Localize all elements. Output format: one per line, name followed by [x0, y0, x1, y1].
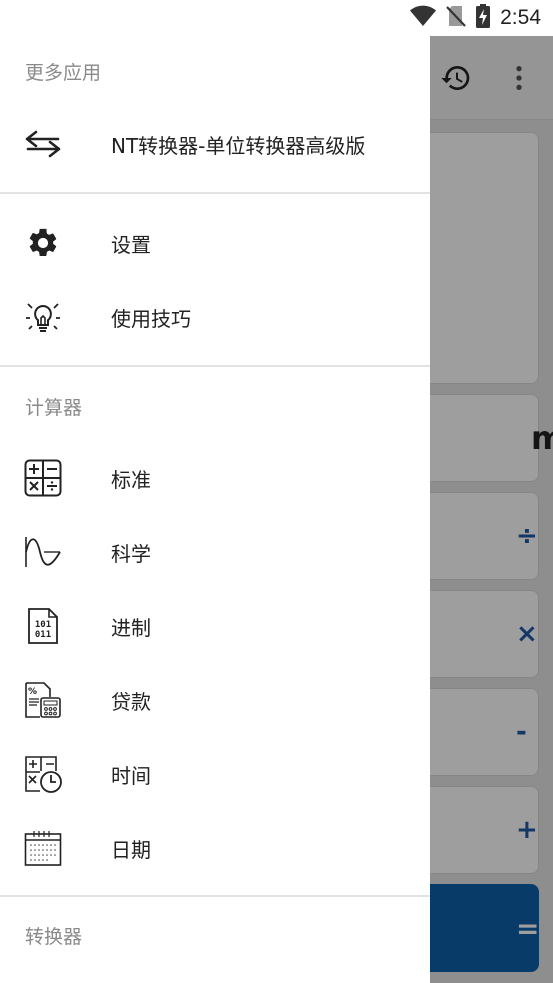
standard-calculator-icon: [24, 459, 62, 497]
divider: [0, 192, 430, 194]
swap-arrows-icon: [24, 125, 62, 163]
drawer-item-standard[interactable]: 标准: [0, 446, 430, 510]
status-time: 2:54: [500, 6, 541, 29]
section-header-more-apps: 更多应用: [25, 62, 102, 84]
drawer-item-base[interactable]: 101 011 进制: [0, 594, 430, 658]
gear-icon: [24, 224, 62, 262]
drawer-item-loan[interactable]: % 贷款: [0, 668, 430, 732]
sine-wave-icon: [24, 533, 62, 571]
drawer-item-scientific[interactable]: 科学: [0, 520, 430, 584]
drawer-item-nt-converter[interactable]: NT转换器-单位转换器高级版: [0, 112, 430, 176]
drawer-item-label: 标准: [111, 467, 151, 492]
time-calculator-icon: [24, 755, 62, 793]
calendar-icon: [24, 829, 62, 867]
loan-calculator-icon: %: [24, 681, 62, 719]
svg-text:011: 011: [35, 630, 51, 640]
drawer-item-date[interactable]: 日期: [0, 816, 430, 880]
drawer-item-label: NT转换器-单位转换器高级版: [111, 133, 366, 158]
drawer-item-label: 日期: [111, 837, 151, 862]
lightbulb-icon: [24, 298, 62, 336]
drawer-item-label: 科学: [111, 541, 151, 566]
navigation-drawer: 更多应用 NT转换器-单位转换器高级版 设置 使用技巧 计算器 标准 科学 10…: [0, 36, 430, 983]
no-sim-icon: [446, 5, 466, 31]
drawer-item-tips[interactable]: 使用技巧: [0, 285, 430, 349]
divider: [0, 895, 430, 897]
divider: [0, 365, 430, 367]
drawer-item-label: 时间: [111, 763, 151, 788]
svg-text:%: %: [28, 687, 37, 697]
battery-charging-icon: [476, 4, 491, 32]
binary-document-icon: 101 011: [24, 607, 62, 645]
drawer-item-label: 进制: [111, 615, 151, 640]
drawer-item-label: 贷款: [111, 689, 151, 714]
wifi-icon: [410, 5, 437, 31]
drawer-item-label: 设置: [111, 232, 151, 257]
drawer-item-time[interactable]: 时间: [0, 742, 430, 806]
drawer-item-label: 使用技巧: [111, 306, 191, 331]
status-bar: 2:54: [0, 0, 553, 36]
svg-text:101: 101: [35, 620, 51, 630]
drawer-item-settings[interactable]: 设置: [0, 211, 430, 275]
section-header-converters: 转换器: [25, 926, 83, 948]
section-header-calculators: 计算器: [25, 397, 83, 419]
